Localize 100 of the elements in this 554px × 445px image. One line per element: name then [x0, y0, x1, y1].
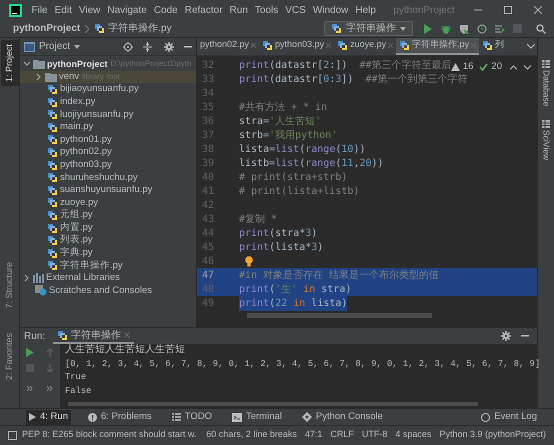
breadcrumb-item[interactable]: pythonProject — [13, 21, 80, 36]
collapse-all-icon[interactable] — [143, 42, 152, 52]
run-icon[interactable] — [423, 24, 433, 34]
terminal-icon — [232, 412, 242, 422]
tree-item[interactable]: python01.py — [20, 134, 196, 146]
tool-window-button[interactable]: SciView — [540, 120, 552, 160]
menu-item[interactable]: Code — [150, 2, 182, 18]
warning-count: 16 — [462, 60, 474, 74]
tool-window-tab[interactable]: Python Console — [298, 410, 386, 424]
settings-icon[interactable] — [501, 331, 511, 341]
tree-item-label: pythonProject — [47, 58, 108, 71]
tree-item[interactable]: python03.py — [20, 158, 196, 172]
clock-icon[interactable] — [477, 24, 487, 34]
line-number: 35 — [201, 100, 216, 114]
console-output-line: False — [65, 384, 92, 398]
tree-item[interactable]: zuoye.py — [20, 196, 196, 210]
chevron-down-icon[interactable] — [527, 43, 535, 49]
code-line: #复制 * — [239, 212, 278, 226]
line-number: 34 — [201, 86, 216, 100]
line-number: 49 — [201, 296, 216, 310]
rerun-icon[interactable] — [26, 348, 34, 357]
editor-tab[interactable]: 字符串操作.py — [396, 38, 480, 55]
list-icon[interactable] — [495, 24, 505, 34]
tree-item[interactable]: External Libraries — [20, 272, 196, 285]
tree-item[interactable]: Scratches and Consoles — [20, 284, 196, 298]
tree-item[interactable]: suanshuyunsuanfu.py — [20, 184, 196, 197]
locate-icon[interactable] — [123, 42, 133, 52]
status-item[interactable]: CRLF — [330, 428, 354, 442]
tool-window-button[interactable]: 1: Project — [0, 40, 18, 86]
tree-item[interactable]: 内置.py — [20, 222, 196, 234]
code-line: strb='我用python' — [239, 128, 338, 142]
tool-window-tab[interactable]: 4: Run — [26, 410, 71, 424]
menu-item[interactable]: View — [75, 2, 104, 18]
tree-item[interactable]: 字典.py — [20, 246, 196, 260]
breadcrumb-item[interactable]: 字符串操作.py — [108, 21, 172, 36]
python-file-icon — [47, 260, 58, 272]
panel-title[interactable]: Project — [39, 39, 70, 54]
check-count: 20 — [491, 60, 502, 74]
warning-icon[interactable] — [450, 63, 460, 72]
chevron-down-icon[interactable] — [524, 64, 531, 70]
status-item[interactable]: 60 chars, 2 line breaks — [206, 428, 297, 442]
minimize-icon[interactable] — [184, 46, 192, 48]
status-item[interactable]: Python 3.9 (pythonProject) — [439, 428, 546, 442]
close-icon[interactable] — [534, 6, 542, 14]
menu-item[interactable]: Help — [352, 2, 380, 18]
tree-item[interactable]: python02.py — [20, 146, 196, 159]
minimize-icon[interactable] — [521, 335, 529, 337]
code-line: print(datastr[2:]) ##第三个字符至最后 — [239, 58, 452, 72]
editor-tab[interactable]: 列 — [479, 38, 508, 55]
tree-item[interactable]: bijiaoyunsuanfu.py — [20, 83, 196, 96]
tool-window-tab[interactable]: 6: Problems — [85, 410, 155, 424]
code-line: print(datastr[0:3]) ##第一个到第三个字符 — [239, 72, 468, 86]
tree-item[interactable]: 列表.py — [20, 234, 196, 247]
tool-window-tab[interactable]: Terminal — [228, 410, 285, 424]
menu-item[interactable]: File — [28, 2, 52, 18]
menu-item[interactable]: Edit — [51, 2, 76, 18]
menu-item[interactable]: Run — [226, 2, 252, 18]
maximize-icon[interactable] — [504, 6, 512, 14]
double-chevron-icon[interactable] — [27, 386, 33, 391]
lightbulb-icon[interactable] — [245, 256, 253, 266]
scrollbar[interactable] — [247, 313, 432, 318]
tool-window-button[interactable]: 2: Favorites — [0, 328, 18, 384]
tool-window-tab[interactable]: TODO — [168, 410, 215, 424]
menu-item[interactable]: Navigate — [104, 2, 150, 18]
console-output-line: True — [65, 371, 88, 384]
run-configuration-dropdown[interactable]: 字符串操作 — [324, 21, 413, 36]
tree-item[interactable]: 元组.py — [20, 209, 196, 222]
status-item[interactable]: 4 spaces — [395, 428, 432, 442]
double-chevron-icon[interactable] — [47, 386, 53, 391]
tool-window-button[interactable]: Database — [540, 60, 552, 106]
status-item[interactable]: 47:1 — [304, 428, 322, 442]
menu-item[interactable]: Refactor — [181, 2, 226, 18]
tree-item[interactable]: index.py — [20, 96, 196, 108]
menu-item[interactable]: Tools — [251, 2, 282, 18]
status-item[interactable]: UTF-8 — [362, 428, 388, 442]
tree-item-label: 字符串操作.py — [60, 258, 123, 273]
tree-item-label: External Libraries — [46, 271, 120, 286]
chevron-up-icon[interactable] — [510, 64, 517, 70]
tool-window-tab[interactable]: Event Log — [478, 410, 540, 424]
info-icon — [88, 412, 97, 422]
tree-item[interactable]: shuruheshuchu.py — [20, 171, 196, 184]
menu-item[interactable]: VCS — [282, 2, 310, 18]
bug-icon[interactable] — [441, 24, 451, 34]
check-icon[interactable] — [479, 63, 488, 72]
panel-toggle-icon[interactable] — [8, 430, 17, 440]
editor-tab[interactable]: zuoye.py — [334, 38, 396, 55]
shield-icon[interactable] — [459, 24, 469, 34]
scrollbar[interactable] — [68, 402, 478, 406]
search-icon[interactable] — [536, 24, 546, 34]
menu-item[interactable]: Window — [309, 2, 352, 18]
tree-item[interactable]: 字符串操作.py — [20, 260, 196, 272]
editor-tab[interactable]: python03.py — [259, 38, 334, 55]
line-number: 44 — [201, 226, 216, 240]
tree-item[interactable]: luojiyunsuanfu.py — [20, 108, 196, 121]
tree-item[interactable]: main.py — [20, 120, 196, 134]
editor-tab[interactable]: python02.py — [197, 38, 260, 55]
settings-icon[interactable] — [164, 42, 174, 52]
caret-icon[interactable] — [74, 44, 80, 48]
tool-window-button[interactable]: 7: Structure — [0, 258, 18, 313]
python-file-icon — [47, 122, 58, 133]
